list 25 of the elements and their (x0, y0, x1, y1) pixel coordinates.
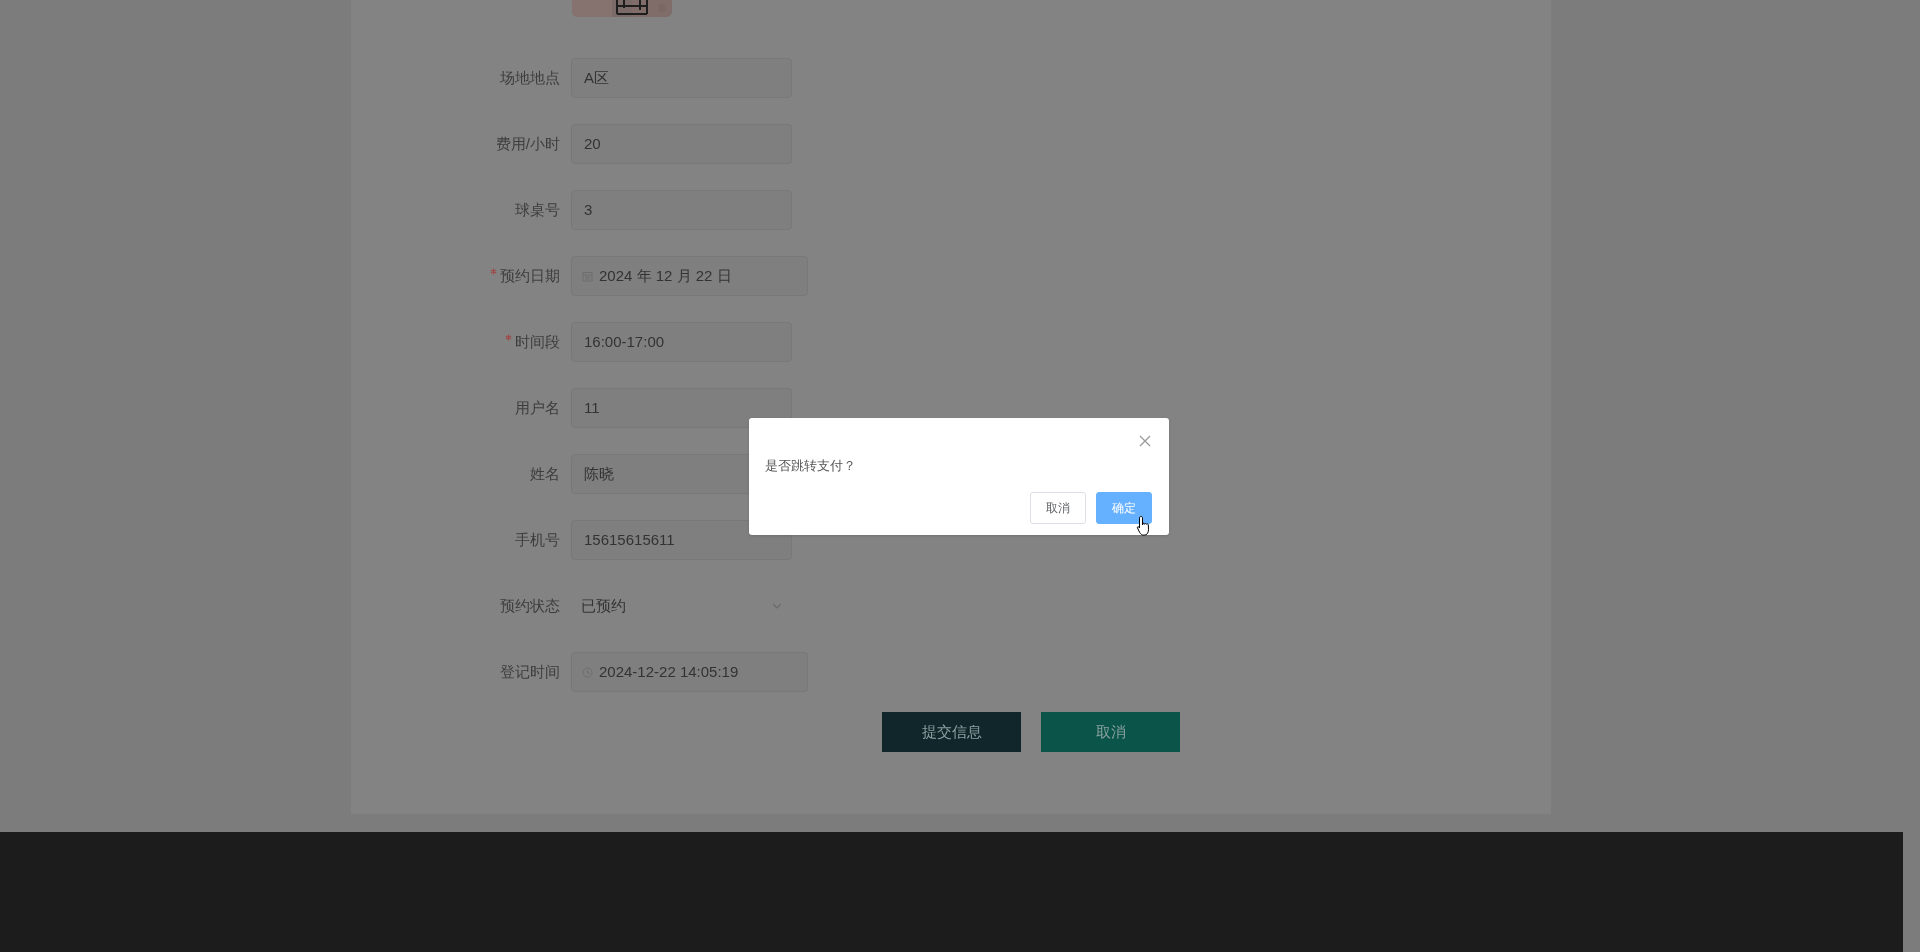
select-field[interactable]: 已预约 (571, 586, 792, 626)
chevron-down-icon (772, 603, 782, 609)
field-label: 费用/小时 (495, 134, 560, 152)
cancel-button[interactable]: 取消 (1041, 712, 1180, 752)
datetime-field[interactable]: 2024-12-22 14:05:19 (571, 652, 808, 692)
input-field[interactable]: 20 (571, 124, 792, 164)
field-label: 登记时间 (500, 662, 560, 680)
date-field[interactable]: 2024 年 12 月 22 日 (571, 256, 808, 296)
input-field[interactable]: A区 (571, 58, 792, 98)
input-field[interactable]: 11 (571, 388, 792, 428)
input-field[interactable]: 16:00-17:00 (571, 322, 792, 362)
field-label: 姓名 (530, 464, 560, 482)
field-label: 手机号 (515, 530, 560, 548)
confirm-button[interactable]: 确定 (1096, 492, 1152, 524)
field-label: 场地地点 (500, 68, 560, 86)
field-label: 时间段 (515, 332, 560, 350)
field-label: 预约状态 (500, 596, 560, 614)
close-icon[interactable] (1139, 435, 1151, 447)
cancel-button[interactable]: 取消 (1030, 492, 1086, 524)
submit-button[interactable]: 提交信息 (882, 712, 1021, 752)
field-label: 球桌号 (515, 200, 560, 218)
input-field[interactable]: 15615615611 (571, 520, 792, 560)
field-label: 用户名 (515, 398, 560, 416)
input-field[interactable]: 3 (571, 190, 792, 230)
field-label: 预约日期 (500, 266, 560, 284)
